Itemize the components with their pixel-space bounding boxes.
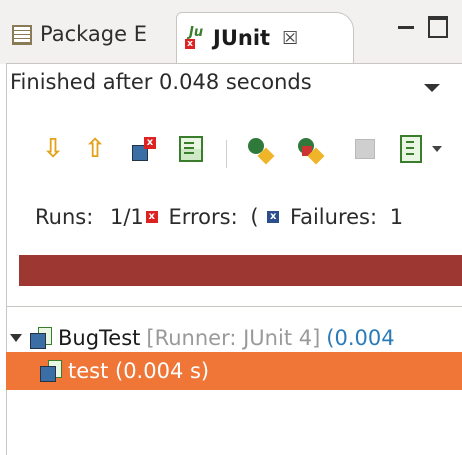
previous-failure-button[interactable]: ⇧	[80, 134, 110, 164]
history-button[interactable]	[396, 134, 426, 164]
tab-package-explorer-label: Package E	[40, 22, 147, 46]
minimize-button[interactable]	[398, 20, 414, 29]
arrow-down-icon: ⇩	[42, 134, 64, 164]
suite-runner: [Runner: JUnit 4]	[146, 326, 321, 350]
failure-icon: x	[267, 210, 280, 223]
failures-label: Failures:	[289, 205, 378, 229]
test-case-icon	[40, 360, 62, 382]
package-explorer-icon	[10, 23, 32, 45]
expand-twistie-icon[interactable]	[10, 334, 22, 342]
tab-junit[interactable]: Ju x JUnit ☒	[176, 12, 354, 63]
close-icon[interactable]: ☒	[282, 28, 298, 49]
history-chevron-down-icon[interactable]	[432, 146, 442, 152]
view-menu-chevron-down-icon[interactable]	[424, 84, 440, 92]
failures-only-icon: x	[130, 137, 156, 161]
sash-divider[interactable]	[6, 306, 462, 307]
tree-row-test[interactable]: test (0.004 s)	[6, 352, 462, 390]
stop-button[interactable]	[350, 134, 380, 164]
errors-value: (	[250, 205, 259, 229]
suite-time: (0.004	[326, 326, 395, 350]
scroll-lock-icon	[179, 136, 203, 162]
suite-name: BugTest	[58, 326, 141, 350]
stop-icon	[355, 139, 375, 159]
tab-junit-label: JUnit	[213, 26, 271, 50]
view-tab-bar: Package E Ju x JUnit ☒	[0, 0, 462, 64]
junit-toolbar: ⇩ ⇧ x	[0, 134, 462, 168]
progress-bar	[19, 255, 462, 286]
arrow-up-icon: ⇧	[84, 134, 106, 164]
error-icon: x	[145, 210, 158, 223]
failures-only-button[interactable]: x	[128, 134, 158, 164]
toolbar-separator	[226, 140, 227, 168]
failures-value: 1	[389, 205, 404, 229]
rerun-failed-first-button[interactable]	[294, 134, 325, 165]
runs-label: Runs:	[35, 205, 94, 229]
test-counters: Runs: 1/1 x Errors: ( x Failures: 1	[35, 205, 403, 229]
errors-label: Errors:	[168, 205, 238, 229]
junit-icon: Ju x	[185, 25, 209, 49]
next-failure-button[interactable]: ⇩	[38, 134, 68, 164]
rerun-failed-first-icon	[296, 136, 325, 165]
test-label: test (0.004 s)	[68, 359, 210, 383]
rerun-icon	[246, 136, 275, 165]
rerun-button[interactable]	[244, 134, 275, 165]
test-suite-icon	[30, 327, 52, 349]
maximize-button[interactable]	[428, 16, 448, 38]
runs-value: 1/1	[109, 205, 144, 229]
tab-package-explorer[interactable]: Package E	[10, 14, 147, 54]
status-message: Finished after 0.048 seconds	[10, 70, 312, 94]
scroll-lock-button[interactable]	[176, 134, 206, 164]
history-icon	[400, 135, 422, 163]
